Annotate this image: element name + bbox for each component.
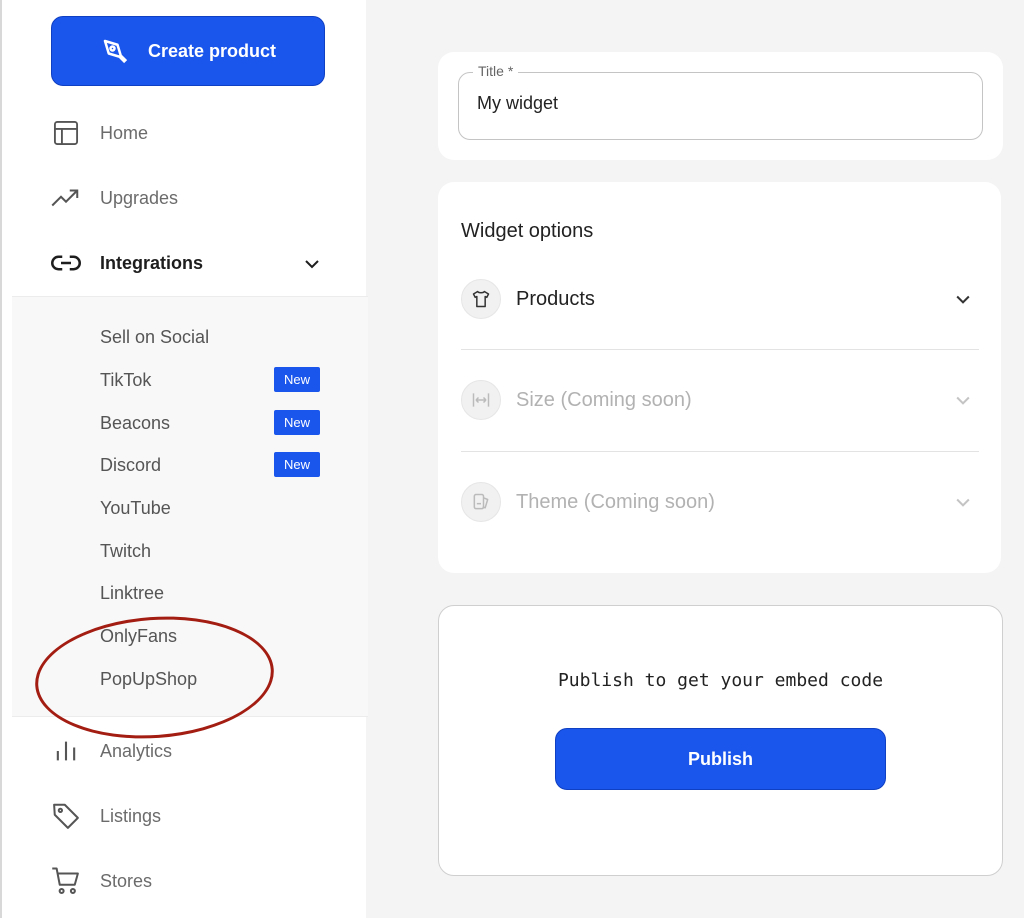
palette-icon [461, 482, 501, 522]
trending-up-icon [50, 182, 82, 214]
link-icon [50, 247, 82, 279]
title-field-label: Title * [473, 63, 519, 79]
cart-icon [50, 865, 82, 897]
option-theme[interactable]: Theme (Coming soon) [461, 462, 979, 542]
chevron-down-icon[interactable] [300, 252, 324, 276]
submenu-item-linktree[interactable]: Linktree [100, 583, 164, 604]
tshirt-icon [461, 279, 501, 319]
sidebar-item-label: Stores [100, 870, 153, 891]
publish-instructions: Publish to get your embed code [557, 670, 884, 691]
tag-icon [50, 800, 82, 832]
divider [461, 451, 979, 452]
create-product-button[interactable]: Create product [51, 16, 325, 86]
pen-tool-icon [103, 39, 128, 64]
sidebar-item-label: Listings [100, 805, 162, 826]
submenu-item-youtube[interactable]: YouTube [100, 498, 171, 519]
layout-icon [50, 117, 82, 149]
option-products[interactable]: Products [461, 259, 979, 339]
resize-icon [461, 380, 501, 420]
sidebar: Create product Home Upgrades Integration… [0, 0, 368, 918]
sidebar-item-label: Upgrades [100, 187, 179, 208]
widget-options-heading: Widget options [461, 220, 594, 242]
title-field[interactable]: Title * [458, 63, 983, 140]
chevron-down-icon [956, 396, 970, 405]
option-label: Size (Coming soon) [516, 388, 692, 411]
sidebar-item-home[interactable]: Home [50, 117, 148, 149]
option-size[interactable]: Size (Coming soon) [461, 360, 979, 440]
sidebar-item-upgrades[interactable]: Upgrades [50, 182, 178, 214]
sidebar-item-integrations[interactable]: Integrations [50, 247, 203, 279]
bar-chart-icon [50, 735, 82, 767]
new-badge: New [274, 410, 320, 435]
chevron-down-icon [956, 295, 970, 304]
create-product-label: Create product [147, 40, 277, 61]
option-label: Theme (Coming soon) [516, 490, 715, 513]
submenu-item-discord[interactable]: Discord [100, 455, 161, 476]
submenu-item-beacons[interactable]: Beacons [100, 413, 170, 434]
submenu-item-twitch[interactable]: Twitch [100, 541, 151, 562]
submenu-item-tiktok[interactable]: TikTok [100, 370, 151, 391]
submenu-item-sell-on-social[interactable]: Sell on Social [100, 327, 209, 348]
sidebar-item-label: Home [100, 122, 149, 143]
new-badge: New [274, 367, 320, 392]
chevron-down-icon [956, 498, 970, 507]
option-label: Products [516, 287, 595, 310]
sidebar-item-label: Analytics [100, 740, 173, 761]
title-card: Title * [438, 52, 1003, 160]
publish-button[interactable]: Publish [555, 728, 886, 790]
divider [461, 349, 979, 350]
sidebar-item-label: Integrations [100, 252, 204, 273]
publish-card: Publish to get your embed code Publish [438, 605, 1003, 876]
sidebar-item-stores[interactable]: Stores [50, 865, 152, 897]
new-badge: New [274, 452, 320, 477]
title-input[interactable] [477, 93, 957, 114]
widget-options-card: Widget options Products Size (Coming soo… [438, 182, 1001, 573]
sidebar-item-analytics[interactable]: Analytics [50, 735, 172, 767]
sidebar-item-listings[interactable]: Listings [50, 800, 161, 832]
